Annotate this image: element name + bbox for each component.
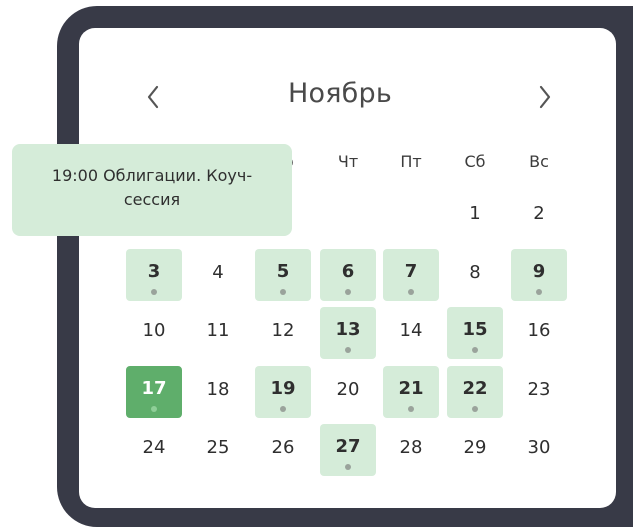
day-cell[interactable]: 29 [447, 424, 503, 476]
day-cell[interactable]: 11 [190, 307, 246, 359]
day-cell[interactable]: 27 [320, 424, 376, 476]
day-cell[interactable]: 12 [255, 307, 311, 359]
weekday-label: Пт [400, 152, 422, 171]
day-number: 19 [270, 378, 296, 399]
day-number: 5 [276, 261, 290, 282]
day-number: 22 [462, 378, 488, 399]
day-number: 4 [212, 262, 224, 283]
day-number: 21 [398, 378, 424, 399]
day-cell[interactable]: 18 [190, 366, 246, 418]
day-cell[interactable]: 13 [320, 307, 376, 359]
day-number: 30 [527, 437, 551, 458]
event-dot-icon [408, 289, 414, 295]
event-dot-icon [280, 289, 286, 295]
day-cell[interactable]: 10 [126, 307, 182, 359]
chevron-left-icon [147, 85, 159, 109]
chevron-right-icon [539, 85, 551, 109]
event-tooltip: 19:00 Облигации. Коуч-сессия [12, 144, 292, 236]
day-number: 27 [335, 436, 361, 457]
day-number: 7 [404, 261, 418, 282]
month-title: Ноябрь [288, 78, 392, 109]
day-number: 23 [527, 379, 551, 400]
day-cell[interactable]: 16 [511, 307, 567, 359]
day-number: 24 [142, 437, 166, 458]
day-number: 29 [463, 437, 487, 458]
day-number: 6 [341, 261, 355, 282]
day-cell[interactable]: 28 [383, 424, 439, 476]
day-cell[interactable]: 2 [511, 190, 567, 242]
day-number: 20 [336, 379, 360, 400]
event-dot-icon [472, 347, 478, 353]
day-number: 26 [271, 437, 295, 458]
weekday-label: Чт [337, 152, 359, 171]
event-dot-icon [280, 406, 286, 412]
event-dot-icon [345, 289, 351, 295]
weekday-label: Сб [464, 152, 486, 171]
event-dot-icon [151, 406, 157, 412]
event-dot-icon [408, 406, 414, 412]
event-dot-icon [151, 289, 157, 295]
event-dot-icon [345, 347, 351, 353]
day-number: 9 [532, 261, 546, 282]
next-month-button[interactable] [532, 84, 556, 110]
day-number: 10 [142, 320, 166, 341]
day-cell[interactable]: 17 [126, 366, 182, 418]
day-number: 17 [141, 378, 167, 399]
event-dot-icon [536, 289, 542, 295]
day-cell[interactable]: 24 [126, 424, 182, 476]
day-cell[interactable]: 25 [190, 424, 246, 476]
day-number: 11 [206, 320, 230, 341]
prev-month-button[interactable] [142, 84, 166, 110]
day-number: 15 [462, 319, 488, 340]
day-number: 25 [206, 437, 230, 458]
event-dot-icon [472, 406, 478, 412]
day-cell[interactable]: 26 [255, 424, 311, 476]
day-cell[interactable]: 8 [447, 249, 503, 301]
day-cell[interactable]: 6 [320, 249, 376, 301]
day-cell[interactable]: 3 [126, 249, 182, 301]
weekday-label: Вс [529, 152, 549, 171]
day-cell[interactable]: 23 [511, 366, 567, 418]
day-number: 2 [533, 203, 545, 224]
day-cell[interactable]: 30 [511, 424, 567, 476]
day-number: 14 [399, 320, 423, 341]
day-cell[interactable]: 15 [447, 307, 503, 359]
day-number: 13 [335, 319, 361, 340]
day-cell[interactable]: 5 [255, 249, 311, 301]
day-number: 1 [469, 203, 481, 224]
day-cell[interactable]: 9 [511, 249, 567, 301]
day-cell[interactable]: 22 [447, 366, 503, 418]
day-number: 3 [147, 261, 161, 282]
day-cell[interactable]: 19 [255, 366, 311, 418]
day-number: 28 [399, 437, 423, 458]
day-cell[interactable]: 1 [447, 190, 503, 242]
tooltip-text: 19:00 Облигации. Коуч-сессия [51, 166, 253, 209]
day-number: 18 [206, 379, 230, 400]
day-number: 12 [271, 320, 295, 341]
day-cell[interactable]: 14 [383, 307, 439, 359]
day-number: 16 [527, 320, 551, 341]
day-cell[interactable]: 4 [190, 249, 246, 301]
day-cell[interactable]: 7 [383, 249, 439, 301]
day-number: 8 [469, 262, 481, 283]
day-cell[interactable]: 20 [320, 366, 376, 418]
day-cell[interactable]: 21 [383, 366, 439, 418]
event-dot-icon [345, 464, 351, 470]
